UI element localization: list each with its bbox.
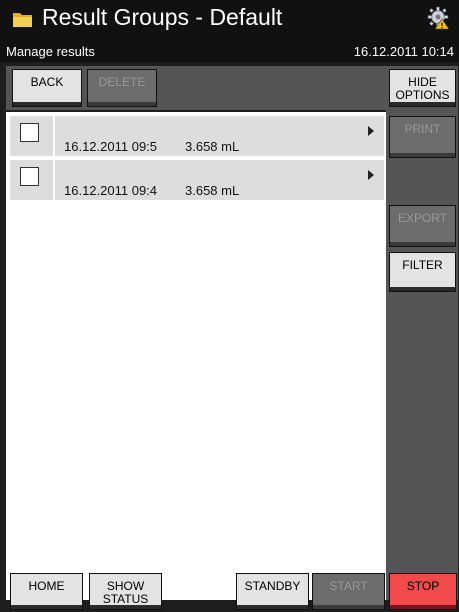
- print-button[interactable]: PRINT: [389, 116, 456, 158]
- folder-icon: [13, 13, 32, 27]
- standby-button[interactable]: STANDBY: [236, 573, 309, 610]
- stop-button[interactable]: STOP: [389, 573, 457, 610]
- options-panel: HIDE OPTIONS PRINT EXPORT FILTER: [386, 66, 458, 600]
- result-date: 16.12.2011 09:5: [64, 139, 158, 154]
- filter-button[interactable]: FILTER: [389, 252, 456, 292]
- header-bar: Result Groups - Default Manage results 1…: [0, 0, 459, 62]
- show-status-button[interactable]: SHOW STATUS: [89, 573, 162, 610]
- list-item[interactable]: 16.12.2011 09:4 3.658 mL: [10, 160, 384, 200]
- list-item[interactable]: 16.12.2011 09:5 3.658 mL: [10, 116, 384, 156]
- chevron-right-icon[interactable]: [368, 126, 374, 136]
- row-checkbox[interactable]: [20, 123, 39, 142]
- row-divider: [53, 160, 55, 200]
- export-button[interactable]: EXPORT: [389, 205, 456, 247]
- home-button[interactable]: HOME: [10, 573, 83, 610]
- gear-icon[interactable]: [427, 6, 451, 30]
- result-value: 3.658 mL: [185, 183, 240, 198]
- result-value: 3.658 mL: [185, 139, 240, 154]
- chevron-right-icon[interactable]: [368, 170, 374, 180]
- row-checkbox[interactable]: [20, 167, 39, 186]
- top-toolbar: BACK DELETE: [6, 66, 386, 110]
- delete-button[interactable]: DELETE: [87, 69, 157, 107]
- result-date: 16.12.2011 09:4: [64, 183, 158, 198]
- page-title: Result Groups - Default: [42, 4, 283, 30]
- results-list: 16.12.2011 09:5 3.658 mL 16.12.2011 09:4…: [6, 112, 386, 600]
- datetime-display: 16.12.2011 10:14: [353, 44, 454, 59]
- hide-options-button[interactable]: HIDE OPTIONS: [389, 69, 456, 107]
- back-button[interactable]: BACK: [12, 69, 82, 107]
- start-button[interactable]: START: [312, 573, 385, 610]
- page-subtitle: Manage results: [6, 44, 95, 59]
- row-divider: [53, 116, 55, 156]
